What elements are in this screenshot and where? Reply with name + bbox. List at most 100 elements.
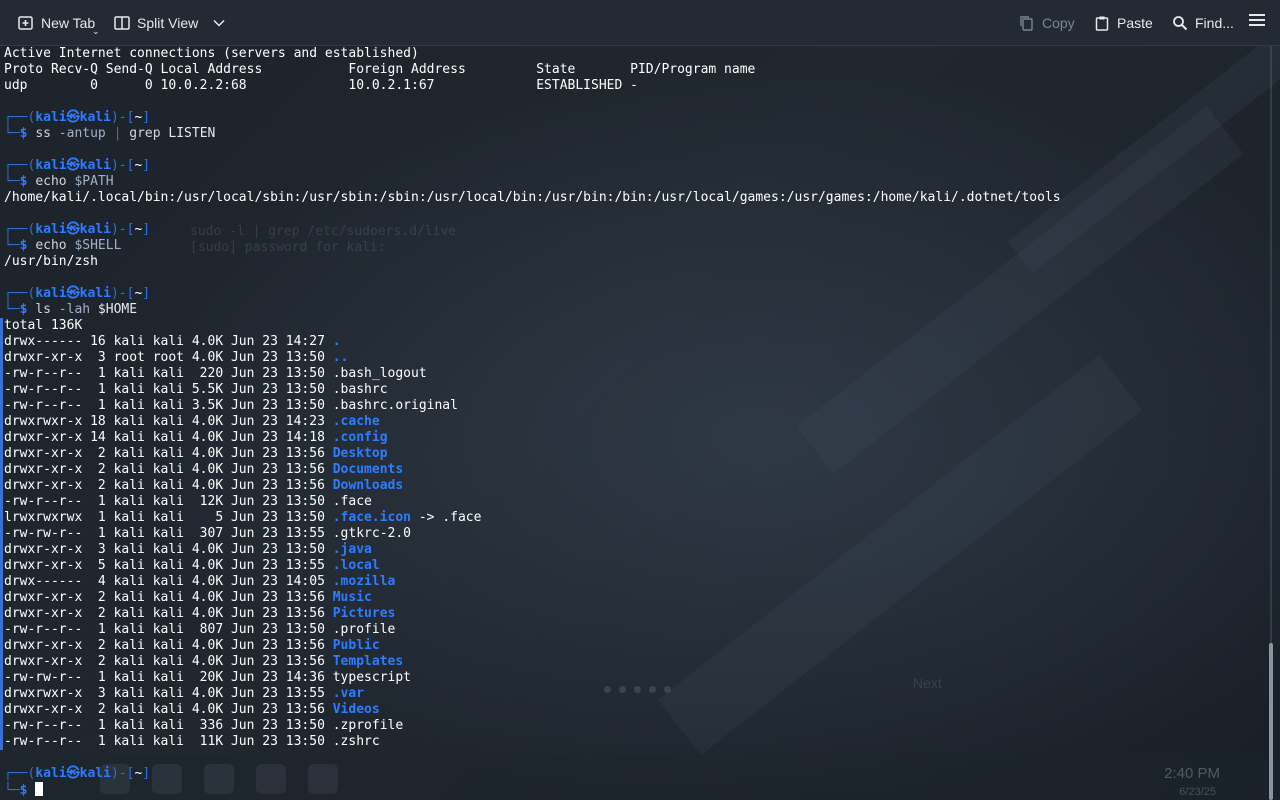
ls-row: drwxr-xr-x 14 kali kali 4.0K Jun 23 14:1… [4, 430, 388, 446]
ls-row-meta: drwxrwxr-x 3 kali kali 4.0K Jun 23 13:55 [4, 686, 333, 701]
command-name: echo [35, 174, 67, 189]
find-button[interactable]: Find... [1172, 0, 1234, 45]
prompt-host: kali [79, 110, 111, 125]
paste-icon [1094, 15, 1110, 31]
ls-row-meta: drwxr-xr-x 2 kali kali 4.0K Jun 23 13:56 [4, 638, 333, 653]
ls-row-name: Downloads [332, 478, 404, 493]
search-icon [1172, 15, 1188, 31]
ls-row-meta: drwxr-xr-x 2 kali kali 4.0K Jun 23 13:56 [4, 462, 333, 477]
prompt-header: ┌──(kali㉿kali)-[~] [4, 110, 150, 126]
copy-icon [1019, 15, 1035, 31]
prompt-at-icon: ㉿ [66, 222, 80, 237]
prompt-gutter [0, 318, 3, 750]
prompt-host: kali [79, 766, 111, 781]
ls-row: drwxr-xr-x 2 kali kali 4.0K Jun 23 13:56… [4, 654, 403, 670]
prompt-header: ┌──(kali㉿kali)-[~] [4, 286, 150, 302]
ls-row: drwxr-xr-x 2 kali kali 4.0K Jun 23 13:56… [4, 590, 372, 606]
ls-row: drwxr-xr-x 2 kali kali 4.0K Jun 23 13:56… [4, 702, 380, 718]
copy-button[interactable]: Copy [1019, 0, 1075, 45]
prompt-symbol: $ [19, 302, 28, 317]
ls-row-name: .bash_logout [332, 366, 427, 381]
prompt-frame: ] [142, 158, 151, 173]
prompt-host: kali [79, 286, 111, 301]
paste-button[interactable]: Paste [1094, 0, 1153, 45]
ls-row-meta: drwxr-xr-x 2 kali kali 4.0K Jun 23 13:56 [4, 654, 333, 669]
ls-row-meta: drwx------ 4 kali kali 4.0K Jun 23 14:05 [4, 574, 333, 589]
terminal-scrollbar[interactable] [1262, 46, 1280, 800]
ls-row: drwxr-xr-x 2 kali kali 4.0K Jun 23 13:56… [4, 446, 388, 462]
split-view-icon [114, 15, 130, 31]
ls-row-meta: drwxr-xr-x 3 root root 4.0K Jun 23 13:50 [4, 350, 333, 365]
ls-row: -rw-r--r-- 1 kali kali 12K Jun 23 13:50 … [4, 494, 372, 510]
ls-row-meta: -rw-r--r-- 1 kali kali 12K Jun 23 13:50 [4, 494, 333, 509]
text-cursor [35, 782, 44, 796]
ls-row: drwxr-xr-x 2 kali kali 4.0K Jun 23 13:56… [4, 478, 403, 494]
ls-row-meta: drwxr-xr-x 5 kali kali 4.0K Jun 23 13:55 [4, 558, 333, 573]
ls-row: -rw-r--r-- 1 kali kali 336 Jun 23 13:50 … [4, 718, 403, 734]
ls-row: drwxr-xr-x 3 root root 4.0K Jun 23 13:50… [4, 350, 348, 366]
prompt-at-icon: ㉿ [66, 110, 80, 125]
split-view-button[interactable]: Split View [114, 0, 225, 45]
prompt-frame: ] [142, 222, 151, 237]
ls-row-meta: drwxr-xr-x 2 kali kali 4.0K Jun 23 13:56 [4, 606, 333, 621]
prompt-frame: ┌──( [4, 110, 36, 125]
prompt-at-icon: ㉿ [66, 286, 80, 301]
prompt-symbol: $ [19, 783, 28, 798]
command-name: ls [35, 302, 51, 317]
ls-row-meta: lrwxrwxrwx 1 kali kali 5 Jun 23 13:50 [4, 510, 333, 525]
chevron-down-icon: ⌄ [92, 26, 100, 36]
prompt-command-line: └─$ echo $SHELL [4, 238, 121, 254]
ls-row-name: .face.icon [332, 510, 412, 525]
prompt-frame: )-[ [110, 286, 135, 301]
prompt-frame: └─ [4, 302, 20, 317]
netstat-line: Active Internet connections (servers and… [4, 46, 419, 61]
prompt-frame: )-[ [110, 222, 135, 237]
prompt-user: kali [35, 766, 67, 781]
ls-row: drwxr-xr-x 2 kali kali 4.0K Jun 23 13:56… [4, 638, 380, 654]
prompt-command-line: └─$ [4, 782, 44, 798]
ls-row-meta: drwxr-xr-x 2 kali kali 4.0K Jun 23 13:56 [4, 702, 333, 717]
prompt-user: kali [35, 158, 67, 173]
prompt-command-line: └─$ ss -antup | grep LISTEN [4, 126, 215, 142]
paste-label: Paste [1117, 14, 1153, 31]
ls-row-meta: -rw-r--r-- 1 kali kali 11K Jun 23 13:50 [4, 734, 333, 749]
ls-row-name: .mozilla [332, 574, 396, 589]
command-args: $SHELL [66, 238, 122, 253]
ls-row-meta: -rw-r--r-- 1 kali kali 336 Jun 23 13:50 [4, 718, 333, 733]
command-rest: grep [121, 126, 161, 141]
ls-row-name: .gtkrc-2.0 [332, 526, 412, 541]
scroll-thumb[interactable] [1269, 643, 1273, 800]
ls-row: -rw-rw-r-- 1 kali kali 20K Jun 23 14:36 … [4, 670, 411, 686]
ls-row-meta: drwxr-xr-x 2 kali kali 4.0K Jun 23 13:56 [4, 590, 333, 605]
ls-row: lrwxrwxrwx 1 kali kali 5 Jun 23 13:50 .f… [4, 510, 481, 526]
prompt-frame: └─ [4, 174, 20, 189]
prompt-host: kali [79, 222, 111, 237]
prompt-frame: )-[ [110, 110, 135, 125]
ls-row-meta: drwxr-xr-x 3 kali kali 4.0K Jun 23 13:50 [4, 542, 333, 557]
ls-row-name: Music [332, 590, 372, 605]
prompt-user: kali [35, 110, 67, 125]
ls-row-meta: -rw-rw-r-- 1 kali kali 307 Jun 23 13:55 [4, 526, 333, 541]
ls-row-meta: -rw-rw-r-- 1 kali kali 20K Jun 23 14:36 [4, 670, 333, 685]
ls-row-name: .zprofile [332, 718, 404, 733]
new-tab-button[interactable]: New Tab ⌄ [18, 0, 100, 45]
hamburger-menu-icon[interactable] [1249, 14, 1265, 30]
ls-total: total 136K [4, 318, 83, 333]
copy-label: Copy [1042, 14, 1075, 31]
ls-row-name: . [332, 334, 341, 349]
prompt-host: kali [79, 158, 111, 173]
prompt-frame: ] [142, 110, 151, 125]
new-tab-icon [18, 15, 34, 31]
ls-row-name: .bashrc.original [332, 398, 458, 413]
terminal-output[interactable]: Active Internet connections (servers and… [0, 46, 1262, 800]
ls-row-meta: drwx------ 16 kali kali 4.0K Jun 23 14:2… [4, 334, 333, 349]
ls-row-meta: -rw-r--r-- 1 kali kali 5.5K Jun 23 13:50 [4, 382, 333, 397]
prompt-frame: ] [142, 286, 151, 301]
ls-row-name: .java [332, 542, 372, 557]
ls-row-name: .zshrc [332, 734, 380, 749]
ls-row-meta: -rw-r--r-- 1 kali kali 807 Jun 23 13:50 [4, 622, 333, 637]
prompt-frame: └─ [4, 238, 20, 253]
ls-row-name: Public [332, 638, 380, 653]
prompt-header: ┌──(kali㉿kali)-[~] [4, 766, 150, 782]
ls-row: drwxr-xr-x 2 kali kali 4.0K Jun 23 13:56… [4, 462, 403, 478]
